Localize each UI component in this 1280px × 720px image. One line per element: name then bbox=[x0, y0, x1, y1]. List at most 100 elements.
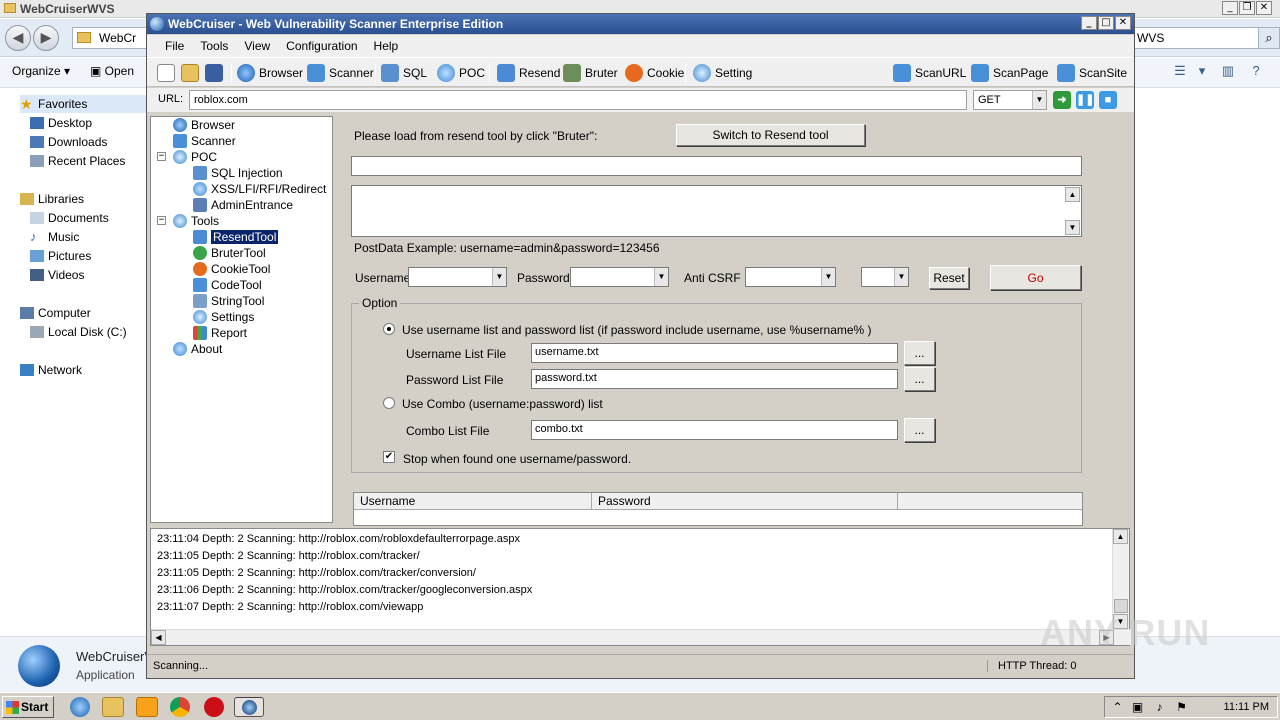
log-horizontal-scrollbar[interactable]: ◀ ▶ bbox=[151, 629, 1131, 645]
tree-code-tool[interactable]: CodeTool bbox=[193, 277, 262, 293]
nav-favorites[interactable]: ★ Favorites bbox=[20, 95, 146, 113]
password-select[interactable]: ▼ bbox=[570, 267, 669, 287]
chevron-down-icon[interactable]: ▾ bbox=[1192, 63, 1212, 81]
go-arrow-icon[interactable]: ➜ bbox=[1053, 91, 1071, 109]
minimize-button[interactable]: _ bbox=[1081, 16, 1097, 30]
tree-tools[interactable]: Tools bbox=[173, 213, 219, 229]
username-select[interactable]: ▼ bbox=[408, 267, 507, 287]
toolbar-scanpage[interactable]: ScanPage bbox=[971, 62, 1048, 84]
nav-desktop[interactable]: Desktop bbox=[30, 114, 92, 132]
tree-poc[interactable]: POC bbox=[173, 149, 217, 165]
pause-icon[interactable]: ❚❚ bbox=[1076, 91, 1094, 109]
browse-passlist-button[interactable]: ... bbox=[904, 367, 935, 391]
open-button[interactable]: ▣ Open bbox=[90, 64, 134, 78]
toolbar-cookie[interactable]: Cookie bbox=[625, 62, 684, 84]
anticsrf-field-select[interactable]: ▼ bbox=[861, 267, 909, 287]
postdata-input[interactable]: ▲ ▼ bbox=[351, 185, 1082, 237]
stop-when-found-checkbox[interactable]: ✔ bbox=[383, 451, 395, 463]
nav-local-disk[interactable]: Local Disk (C:) bbox=[30, 323, 127, 341]
tree-sql-injection[interactable]: SQL Injection bbox=[193, 165, 283, 181]
radio-use-combo[interactable] bbox=[383, 397, 395, 409]
column-username[interactable]: Username bbox=[354, 493, 592, 510]
help-icon[interactable]: ? bbox=[1246, 63, 1266, 81]
anticsrf-select[interactable]: ▼ bbox=[745, 267, 836, 287]
search-input[interactable]: WVS bbox=[1133, 27, 1259, 49]
clock[interactable]: 11:11 PM bbox=[1224, 701, 1269, 713]
collapse-tools-icon[interactable]: − bbox=[157, 216, 166, 225]
toolbar-setting[interactable]: Setting bbox=[693, 62, 752, 84]
scroll-down-icon[interactable]: ▼ bbox=[1065, 220, 1080, 235]
view-options-icon[interactable]: ☰ bbox=[1170, 63, 1190, 81]
media-player-icon[interactable] bbox=[136, 697, 158, 717]
tree-scanner[interactable]: Scanner bbox=[173, 133, 236, 149]
back-button[interactable]: ◀ bbox=[5, 25, 31, 51]
toolbar-browser[interactable]: Browser bbox=[237, 62, 303, 84]
new-button[interactable] bbox=[157, 62, 175, 84]
forward-button[interactable]: ▶ bbox=[33, 25, 59, 51]
tray-network-icon[interactable]: ▣ bbox=[1131, 701, 1144, 714]
toolbar-poc[interactable]: POC bbox=[437, 62, 485, 84]
nav-videos[interactable]: Videos bbox=[30, 266, 84, 284]
tree-browser[interactable]: Browser bbox=[173, 117, 235, 133]
taskbar-webcruiser[interactable] bbox=[234, 697, 264, 717]
stop-icon[interactable]: ■ bbox=[1099, 91, 1117, 109]
toolbar-scanurl[interactable]: ScanURL bbox=[893, 62, 966, 84]
search-icon[interactable]: ⌕ bbox=[1258, 27, 1280, 49]
open-button[interactable] bbox=[181, 62, 199, 84]
combo-input[interactable]: combo.txt bbox=[531, 420, 898, 440]
go-button[interactable]: Go bbox=[990, 265, 1081, 290]
column-password[interactable]: Password bbox=[592, 493, 898, 510]
tree-resend-tool[interactable]: ResendTool bbox=[193, 229, 279, 245]
method-select[interactable]: GET ▼ bbox=[973, 90, 1047, 110]
nav-pictures[interactable]: Pictures bbox=[30, 247, 91, 265]
browse-combo-button[interactable]: ... bbox=[904, 418, 935, 442]
nav-music[interactable]: ♪ Music bbox=[30, 228, 79, 246]
save-button[interactable] bbox=[205, 62, 223, 84]
scroll-up-icon[interactable]: ▲ bbox=[1065, 187, 1080, 202]
tree-settings[interactable]: Settings bbox=[193, 309, 254, 325]
scroll-left-icon[interactable]: ◀ bbox=[151, 630, 166, 645]
tree-string-tool[interactable]: StringTool bbox=[193, 293, 264, 309]
tree-report[interactable]: Report bbox=[193, 325, 247, 341]
toolbar-bruter[interactable]: Bruter bbox=[563, 62, 618, 84]
tree-xss[interactable]: XSS/LFI/RFI/Redirect bbox=[193, 181, 326, 197]
scroll-up-icon[interactable]: ▲ bbox=[1113, 529, 1128, 544]
restore-button[interactable]: ❐ bbox=[1239, 1, 1255, 15]
request-url-input[interactable] bbox=[351, 156, 1082, 176]
tree-about[interactable]: About bbox=[173, 341, 222, 357]
browse-userlist-button[interactable]: ... bbox=[904, 341, 935, 365]
nav-libraries[interactable]: Libraries bbox=[20, 190, 84, 208]
nav-computer[interactable]: Computer bbox=[20, 304, 91, 322]
nav-network[interactable]: Network bbox=[20, 361, 82, 379]
tree-admin-entrance[interactable]: AdminEntrance bbox=[193, 197, 293, 213]
radio-use-lists[interactable] bbox=[383, 323, 395, 335]
minimize-button[interactable]: _ bbox=[1222, 1, 1238, 15]
tray-expand-icon[interactable]: ⌃ bbox=[1111, 701, 1124, 714]
toolbar-scansite[interactable]: ScanSite bbox=[1057, 62, 1127, 84]
flag-icon[interactable]: ⚑ bbox=[1175, 701, 1188, 714]
organize-button[interactable]: Organize ▾ bbox=[12, 64, 70, 78]
nav-documents[interactable]: Documents bbox=[30, 209, 109, 227]
toolbar-resend[interactable]: Resend bbox=[497, 62, 560, 84]
reset-button[interactable]: Reset bbox=[929, 267, 969, 289]
nav-recent-places[interactable]: Recent Places bbox=[30, 152, 125, 170]
volume-icon[interactable]: ♪ bbox=[1153, 701, 1166, 714]
ie-icon[interactable] bbox=[70, 697, 90, 717]
close-button[interactable]: ✕ bbox=[1115, 16, 1131, 30]
start-button[interactable]: Start bbox=[2, 696, 54, 718]
chrome-icon[interactable] bbox=[170, 697, 190, 717]
menu-view[interactable]: View bbox=[236, 35, 278, 57]
explorer-icon[interactable] bbox=[102, 697, 124, 717]
scroll-thumb[interactable] bbox=[1114, 599, 1128, 613]
menu-configuration[interactable]: Configuration bbox=[278, 35, 365, 57]
toolbar-sql[interactable]: SQL bbox=[381, 62, 427, 84]
menu-file[interactable]: File bbox=[157, 35, 192, 57]
collapse-poc-icon[interactable]: − bbox=[157, 152, 166, 161]
userlist-input[interactable]: username.txt bbox=[531, 343, 898, 363]
menu-tools[interactable]: Tools bbox=[192, 35, 236, 57]
close-button[interactable]: ✕ bbox=[1256, 1, 1272, 15]
preview-pane-icon[interactable]: ▥ bbox=[1218, 63, 1238, 81]
tree-cookie-tool[interactable]: CookieTool bbox=[193, 261, 270, 277]
tree-bruter-tool[interactable]: BruterTool bbox=[193, 245, 266, 261]
address-input[interactable]: WebCr bbox=[72, 27, 152, 49]
